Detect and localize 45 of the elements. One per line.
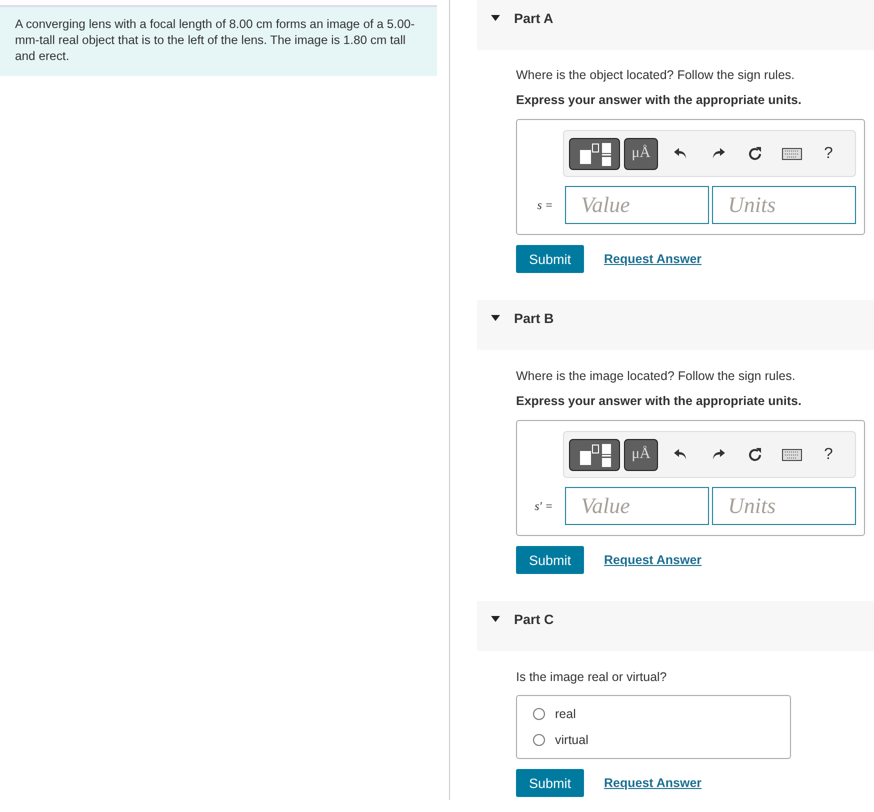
option-label[interactable]: real — [555, 707, 576, 721]
redo-icon — [710, 448, 724, 460]
undo-icon — [674, 148, 688, 160]
instruction-text: Express your answer with the appropriate units. — [516, 92, 802, 108]
submit-button[interactable]: Submit — [516, 546, 584, 574]
submit-button[interactable]: Submit — [516, 769, 584, 797]
redo-icon — [710, 148, 724, 160]
radio-button[interactable] — [533, 708, 545, 720]
templates-button[interactable] — [569, 438, 620, 470]
value-field[interactable]: Value — [565, 487, 709, 525]
option-label[interactable]: virtual — [555, 733, 588, 747]
part-header[interactable]: Part C — [477, 601, 874, 651]
variable-label: s′ = — [534, 498, 553, 514]
part-title: Part B — [514, 311, 554, 326]
submit-button[interactable]: Submit — [516, 245, 584, 273]
units-button[interactable]: μÅ — [624, 438, 658, 470]
caret-icon — [491, 616, 500, 622]
instruction-text: Express your answer with the appropriate units. — [516, 393, 802, 409]
help-button[interactable]: ? — [810, 440, 847, 470]
caret-icon — [491, 315, 500, 321]
part-header[interactable]: Part B — [477, 300, 874, 350]
question-text: Where is the object located? Follow the sign rules. — [516, 67, 796, 83]
caret-icon — [491, 15, 500, 21]
undo-icon — [674, 448, 688, 460]
keyboard-icon — [782, 148, 802, 160]
request-answer-link[interactable]: Request Answer — [604, 252, 702, 266]
variable-label: s = — [537, 198, 553, 212]
part-title: Part C — [514, 612, 554, 627]
units-field[interactable]: Units — [712, 186, 856, 224]
part-header[interactable]: Part A — [477, 0, 874, 50]
problem-statement: A converging lens with a focal length of 8.00 cm forms an image of a 5.00-mm-tall real object that is to the left of the lens. The image is 1.80 cm tall and erect. — [0, 5, 437, 76]
question-text: Is the image real or virtual? — [516, 669, 668, 685]
radio-button[interactable] — [533, 734, 545, 746]
keyboard-icon — [782, 448, 802, 460]
request-answer-link[interactable]: Request Answer — [604, 776, 702, 790]
request-answer-link[interactable]: Request Answer — [604, 553, 702, 567]
part-title: Part A — [514, 11, 554, 26]
templates-button[interactable] — [569, 138, 620, 170]
help-button[interactable]: ? — [810, 138, 847, 168]
value-field[interactable]: Value — [565, 186, 709, 224]
question-text: Where is the image located? Follow the sign rules. — [516, 368, 796, 384]
reset-icon — [746, 146, 762, 162]
reset-icon — [746, 446, 762, 462]
units-button[interactable]: μÅ — [624, 138, 658, 170]
units-field[interactable]: Units — [712, 487, 856, 525]
